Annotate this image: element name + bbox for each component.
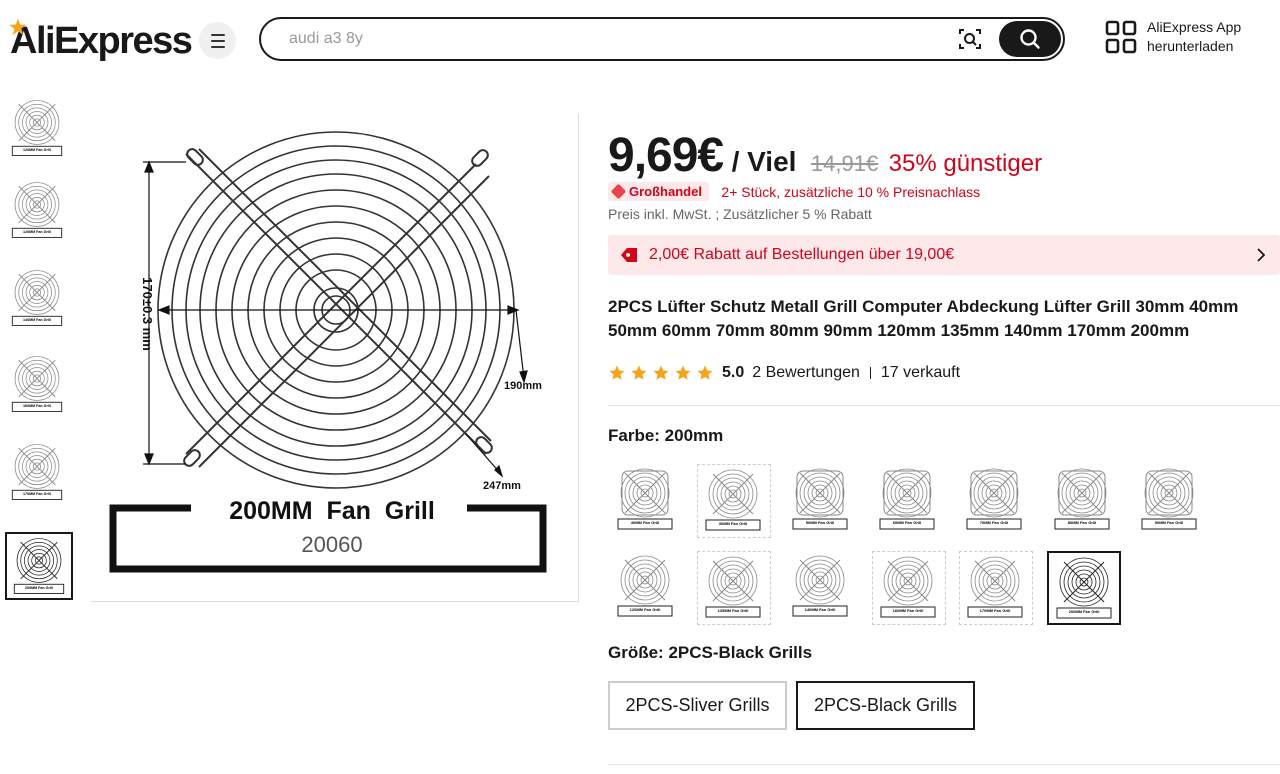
- chevron-right-icon: [1257, 248, 1266, 262]
- size-option-sliver[interactable]: 2PCS-Sliver Grills: [608, 681, 787, 730]
- size-option-black[interactable]: 2PCS-Black Grills: [796, 681, 975, 730]
- search-button[interactable]: [999, 21, 1061, 57]
- svg-text:170MM Fan Grill: 170MM Fan Grill: [980, 608, 1011, 613]
- svg-text:120MM Fan Grill: 120MM Fan Grill: [630, 607, 661, 612]
- original-price: 14,91€: [810, 151, 879, 176]
- svg-text:80MM Fan Grill: 80MM Fan Grill: [1067, 520, 1095, 525]
- qr-code-icon: [1105, 20, 1137, 54]
- sold-count: 17 verkauft: [880, 364, 961, 381]
- color-option-11[interactable]: 160MM Fan Grill: [871, 551, 946, 625]
- star-icon: [631, 365, 647, 380]
- thumbnail-4[interactable]: 160MM Fan Grill: [5, 352, 73, 420]
- reviews-link[interactable]: 2 Bewertungen: [752, 364, 860, 382]
- thumbnail-3[interactable]: 140MM Fan Grill: [5, 266, 73, 334]
- rating-stars: [608, 364, 714, 382]
- svg-text:140MM Fan Grill: 140MM Fan Grill: [23, 318, 51, 322]
- svg-text:30MM Fan Grill: 30MM Fan Grill: [719, 521, 747, 526]
- color-option-5[interactable]: 70MM Fan Grill: [959, 464, 1034, 538]
- color-option-3[interactable]: 50MM Fan Grill: [784, 464, 859, 538]
- svg-text:70MM Fan Grill: 70MM Fan Grill: [980, 520, 1008, 525]
- svg-text:160MM Fan Grill: 160MM Fan Grill: [23, 404, 51, 408]
- svg-text:135MM Fan Grill: 135MM Fan Grill: [718, 608, 749, 613]
- menu-icon-line: [210, 39, 225, 42]
- search-bar: [259, 17, 1065, 61]
- fan-grill-drawing: 170±0.3 mm 190mm 247mm 200MM Fan Grill 2…: [109, 131, 547, 573]
- search-input[interactable]: [289, 28, 929, 50]
- wholesale-text: 2+ Stück, zusätzliche 10 % Preisnachlass: [721, 183, 981, 200]
- dim-diameter: 190mm: [504, 380, 542, 392]
- menu-button[interactable]: [199, 22, 236, 59]
- svg-text:50MM Fan Grill: 50MM Fan Grill: [805, 520, 833, 525]
- svg-text:140MM Fan Grill: 140MM Fan Grill: [804, 607, 835, 612]
- app-line-2: herunterladen: [1147, 38, 1234, 54]
- star-icon: [653, 365, 669, 380]
- app-download-link[interactable]: AliExpress App herunterladen: [1105, 18, 1280, 58]
- wholesale-badge: Großhandel: [608, 182, 709, 201]
- svg-text:40MM Fan Grill: 40MM Fan Grill: [631, 520, 659, 525]
- rating-score: 5.0: [722, 364, 745, 381]
- svg-text:120MM Fan Grill: 120MM Fan Grill: [23, 230, 51, 234]
- search-icon: [1020, 29, 1040, 49]
- thumbnail-1[interactable]: 120MM Fan Grill: [5, 96, 73, 164]
- svg-text:90MM Fan Grill: 90MM Fan Grill: [1155, 520, 1183, 525]
- price-row: 9,69€ / Viel 14,91€ 35% günstiger: [608, 128, 1042, 183]
- camera-search-icon[interactable]: [958, 27, 982, 51]
- menu-icon-line: [210, 45, 225, 48]
- coupon-banner[interactable]: 2,00€ Rabatt auf Bestellungen über 19,00…: [608, 235, 1280, 275]
- svg-text:200MM Fan Grill: 200MM Fan Grill: [1068, 609, 1099, 614]
- divider: [869, 367, 871, 379]
- grill-label: 200MM Fan Grill: [229, 497, 435, 525]
- tag-icon: [610, 183, 627, 200]
- star-icon: [609, 365, 625, 380]
- logo-star-icon: ★: [9, 17, 27, 39]
- svg-text:120MM Fan Grill: 120MM Fan Grill: [23, 148, 51, 152]
- svg-text:60MM Fan Grill: 60MM Fan Grill: [893, 520, 921, 525]
- rating-row: 5.0 2 Bewertungen 17 verkauft: [608, 362, 960, 384]
- main-product-image[interactable]: 170±0.3 mm 190mm 247mm 200MM Fan Grill 2…: [91, 114, 579, 602]
- current-price: 9,69€: [608, 129, 724, 182]
- svg-text:200MM Fan Grill: 200MM Fan Grill: [25, 586, 53, 590]
- color-option-12[interactable]: 170MM Fan Grill: [959, 551, 1034, 625]
- color-options: 40MM Fan Grill 30MM Fan Grill 50MM Fan Gri…: [608, 464, 1280, 630]
- dim-vertical: 170±0.3 mm: [140, 277, 155, 351]
- menu-icon-line: [210, 33, 225, 36]
- size-label: Größe: 2PCS-Black Grills: [608, 643, 813, 662]
- product-title: 2PCS Lüfter Schutz Metall Grill Computer…: [608, 297, 1239, 340]
- star-icon: [675, 365, 691, 380]
- color-option-4[interactable]: 60MM Fan Grill: [871, 464, 946, 538]
- svg-text:170MM Fan Grill: 170MM Fan Grill: [23, 492, 51, 496]
- color-label: Farbe: 200mm: [608, 426, 724, 445]
- thumbnail-5[interactable]: 170MM Fan Grill: [5, 440, 73, 508]
- top-header: ★ AliExpress AliExpress App he: [0, 0, 1280, 82]
- color-option-8[interactable]: 120MM Fan Grill: [610, 551, 684, 625]
- wholesale-row: Großhandel 2+ Stück, zusätzliche 10 % Pr…: [608, 182, 980, 204]
- discount-text: 35% günstiger: [888, 150, 1043, 177]
- coupon-text: 2,00€ Rabatt auf Bestellungen über 19,00…: [649, 246, 955, 263]
- color-option-9[interactable]: 135MM Fan Grill: [697, 551, 772, 625]
- app-download-text: AliExpress App herunterladen: [1147, 18, 1241, 56]
- dim-outer: 247mm: [483, 480, 521, 492]
- star-icon: [697, 365, 713, 380]
- aliexpress-logo[interactable]: ★ AliExpress: [9, 17, 193, 63]
- grill-code: 20060: [301, 532, 362, 557]
- price-unit: / Viel: [731, 146, 797, 177]
- color-option-1[interactable]: 40MM Fan Grill: [610, 464, 684, 538]
- color-option-13[interactable]: 200MM Fan Grill: [1046, 551, 1121, 625]
- svg-text:160MM Fan Grill: 160MM Fan Grill: [893, 608, 924, 613]
- section-divider: [608, 764, 1280, 765]
- logo-text: AliExpress: [10, 20, 193, 62]
- coupon-tag-icon: [621, 248, 637, 262]
- color-option-2[interactable]: 30MM Fan Grill: [697, 464, 772, 538]
- wholesale-badge-label: Großhandel: [629, 184, 702, 199]
- vat-text: Preis inkl. MwSt. ; Zusätzlicher 5 % Rab…: [608, 206, 872, 222]
- section-divider: [608, 405, 1280, 406]
- color-option-7[interactable]: 90MM Fan Grill: [1133, 464, 1208, 538]
- thumbnail-2[interactable]: 120MM Fan Grill: [5, 178, 73, 246]
- color-option-6[interactable]: 80MM Fan Grill: [1046, 464, 1121, 538]
- app-line-1: AliExpress App: [1147, 19, 1242, 35]
- color-option-10[interactable]: 140MM Fan Grill: [784, 551, 859, 625]
- thumbnail-6[interactable]: 200MM Fan Grill: [5, 532, 73, 600]
